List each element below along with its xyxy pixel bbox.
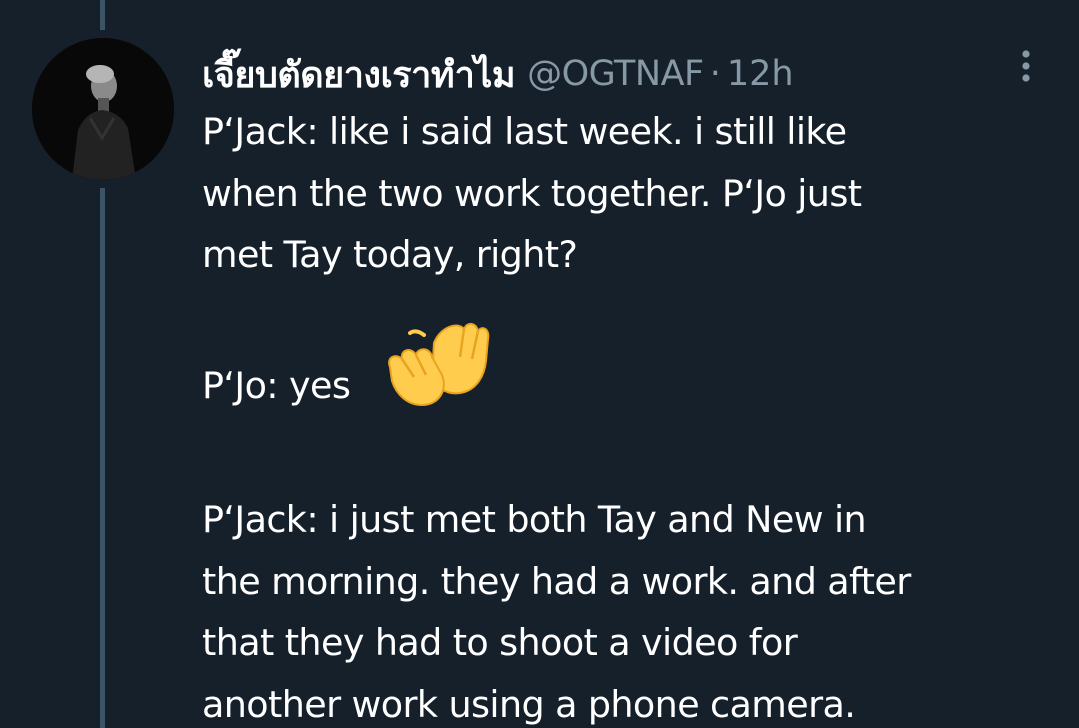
timestamp[interactable]: 12h xyxy=(727,54,794,94)
tweet-line: P‘Jack: i just met both Tay and New in xyxy=(202,498,867,541)
more-vertical-icon xyxy=(1022,50,1030,82)
waving-hands-emoji xyxy=(384,317,492,428)
more-options-button[interactable] xyxy=(1012,44,1040,88)
user-handle[interactable]: @OGTNAF xyxy=(527,54,704,94)
tweet-line: that they had to shoot a video for xyxy=(202,621,798,664)
thread-connector-bottom xyxy=(100,188,105,728)
tweet-line: met Tay today, right? xyxy=(202,233,578,276)
tweet-line: P‘Jo: yes xyxy=(202,363,351,407)
tweet-line: another work using a phone camera. xyxy=(202,682,856,726)
display-name[interactable]: เจี๊ยบตัดยางเราทำไม xyxy=(202,46,516,103)
avatar[interactable] xyxy=(32,38,174,180)
tweet-line: P‘Jack: like i said last week. i still l… xyxy=(202,110,847,153)
tweet-text: P‘Jack: like i said last week. i still l… xyxy=(202,101,1062,728)
header-separator: · xyxy=(709,54,721,94)
tweet-line: when the two work together. P‘Jo just xyxy=(202,171,862,215)
tweet-line-with-emoji: P‘Jo: yes xyxy=(202,323,1062,428)
tweet-header: เจี๊ยบตัดยางเราทำไม @OGTNAF · 12h xyxy=(202,46,794,102)
thread-connector-top xyxy=(100,0,105,30)
tweet-line: the morning. they had a work. and after xyxy=(202,559,911,603)
